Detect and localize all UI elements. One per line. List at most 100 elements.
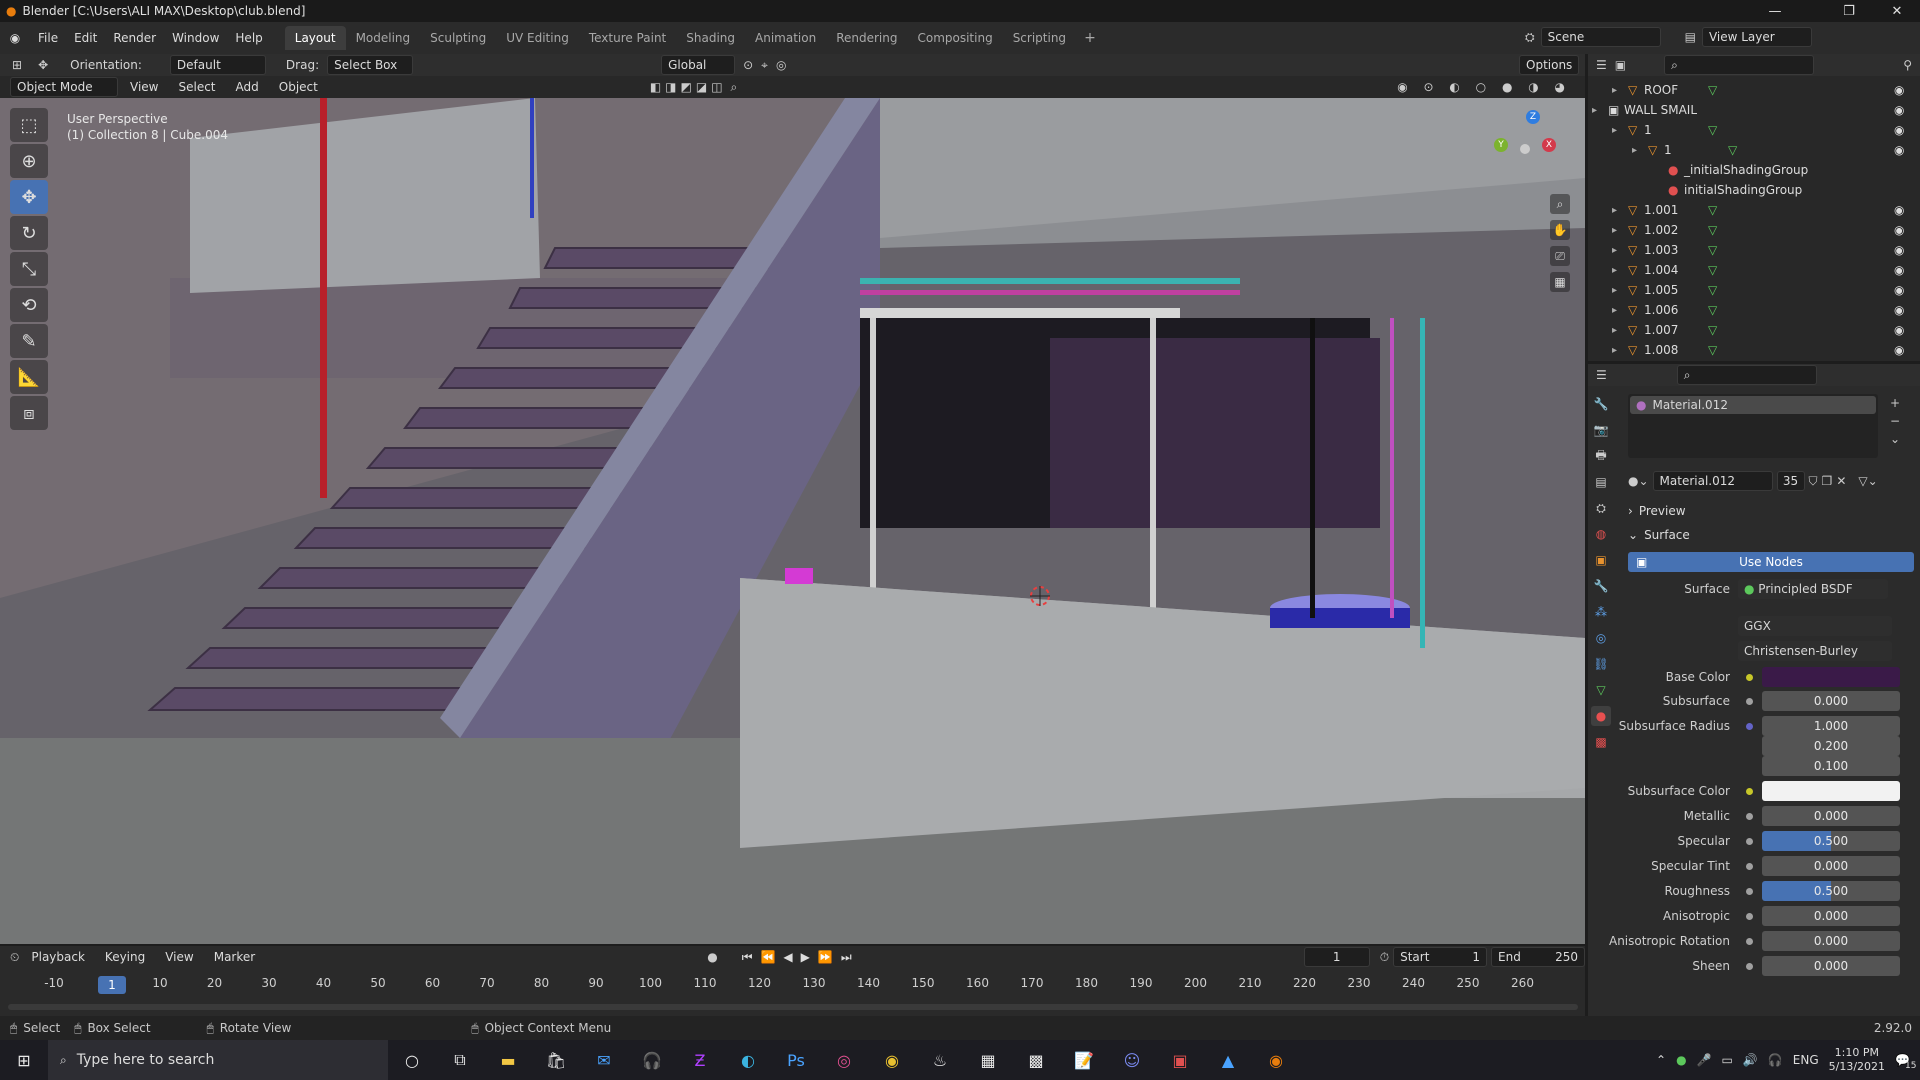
property-value-field[interactable]: 0.000 [1762,931,1900,951]
properties-editor-icon[interactable]: ☰ [1596,368,1607,382]
microphone-icon[interactable]: 🎤 [1697,1053,1712,1067]
distribution-dropdown[interactable]: GGX [1738,616,1892,636]
scene-tab-icon[interactable]: ⛭ [1591,498,1611,518]
network-icon[interactable]: ▭ [1722,1053,1733,1067]
socket-dot-icon[interactable] [1746,862,1753,870]
render-tab-icon[interactable]: 📷 [1591,420,1611,440]
edge-icon[interactable]: ◐ [724,1040,772,1080]
display-mode-icon[interactable]: ▣ [1615,58,1626,72]
game-app-3-icon[interactable]: ▣ [1156,1040,1204,1080]
tray-app-icon[interactable]: ● [1676,1053,1686,1067]
tab-compositing[interactable]: Compositing [907,26,1002,50]
mesh-data-icon[interactable]: ▽ [1728,143,1737,157]
property-value-field[interactable]: 0.000 [1762,691,1900,711]
expand-arrow-icon[interactable]: ▸ [1612,225,1617,236]
visibility-eye-icon[interactable]: ◉ [1894,323,1904,337]
tool-tab-icon[interactable]: 🔧 [1591,394,1611,414]
cortana-icon[interactable]: ○ [388,1040,436,1080]
timeline-playback[interactable]: Playback [23,946,93,968]
viewport-menu-add[interactable]: Add [228,76,267,98]
property-value-field[interactable]: 0.000 [1762,906,1900,926]
world-tab-icon[interactable]: ◍ [1591,524,1611,544]
socket-dot-icon[interactable] [1746,887,1753,895]
view-layer-field[interactable]: View Layer [1701,27,1812,47]
outliner-row[interactable]: ▸ ▣ WALL SMAIL ◉ [1588,100,1920,120]
base-color-swatch[interactable] [1762,667,1900,687]
filter-icon[interactable]: ⚲ [1903,58,1912,72]
socket-dot-icon[interactable] [1746,787,1753,795]
blender-menu-icon[interactable]: ◉ [0,31,30,45]
outliner-editor-icon[interactable]: ☰ [1596,58,1607,72]
game-app-icon[interactable]: ▦ [964,1040,1012,1080]
cursor-tool-icon[interactable]: ⊕ [10,144,48,178]
add-workspace-icon[interactable]: + [1076,30,1104,46]
transform-space-dropdown[interactable]: Global [661,55,736,75]
photoshop-icon[interactable]: Ps [772,1040,820,1080]
transform-tool-icon[interactable]: ⟲ [10,288,48,322]
mesh-data-icon[interactable]: ▽ [1708,203,1717,217]
visibility-eye-icon[interactable]: ◉ [1894,143,1904,157]
outliner-row[interactable]: ▸ ▽ 1.007 ▽ ◉ [1588,320,1920,340]
outliner-row[interactable]: ● _initialShadingGroup [1588,160,1920,180]
file-explorer-icon[interactable]: ▬ [484,1040,532,1080]
pan-hand-icon[interactable]: ✋ [1550,220,1570,240]
chrome-icon[interactable]: ◉ [868,1040,916,1080]
property-value-field[interactable]: 0.000 [1762,806,1900,826]
gizmo-x[interactable]: X [1542,138,1556,152]
expand-arrow-icon[interactable]: ▸ [1612,245,1617,256]
expand-arrow-icon[interactable]: ▸ [1612,345,1617,356]
menu-render[interactable]: Render [105,27,164,49]
outliner-row[interactable]: ▸ ▽ 1.002 ▽ ◉ [1588,220,1920,240]
remove-slot-icon[interactable]: − [1890,414,1900,428]
visibility-eye-icon[interactable]: ◉ [1894,263,1904,277]
timeline-view[interactable]: View [157,946,201,968]
viewport-menu-object[interactable]: Object [271,76,326,98]
scene-field[interactable]: Scene [1540,27,1661,47]
proportional-edit-icon[interactable]: ◎ [776,58,786,72]
gizmo-z[interactable]: Z [1526,110,1540,124]
windows-start-icon[interactable]: ⊞ [0,1040,48,1080]
current-frame-marker[interactable]: 1 [98,976,126,994]
blender-taskbar-icon[interactable]: ◉ [1252,1040,1300,1080]
tab-modeling[interactable]: Modeling [346,26,421,50]
expand-arrow-icon[interactable]: ▸ [1612,285,1617,296]
tab-rendering[interactable]: Rendering [826,26,907,50]
surface-panel-header[interactable]: ⌄ Surface [1628,528,1690,542]
visibility-eye-icon[interactable]: ◉ [1894,243,1904,257]
viewport-menu-select[interactable]: Select [170,76,223,98]
material-name-field[interactable]: Material.012 [1652,471,1773,491]
clock[interactable]: 1:10 PM 5/13/2021 [1829,1046,1885,1074]
property-value-field[interactable]: 0.100 [1762,756,1900,776]
notification-icon[interactable]: 💬 15 [1895,1053,1916,1071]
app-z-icon[interactable]: Ƶ [676,1040,724,1080]
object-tab-icon[interactable]: ▣ [1591,550,1611,570]
properties-search-input[interactable]: ⌕ [1676,365,1817,385]
property-value-field[interactable]: 1.000 [1762,716,1900,736]
outliner-row[interactable]: ● initialShadingGroup [1588,180,1920,200]
game-app-2-icon[interactable]: ▩ [1012,1040,1060,1080]
discord-icon[interactable]: ☺ [1108,1040,1156,1080]
property-value-field[interactable]: 0.000 [1762,856,1900,876]
outliner-row[interactable]: ▸ ▽ 1.008 ▽ ◉ [1588,340,1920,358]
outliner-row[interactable]: ▸ ▽ 1 ▽ ◉ [1588,120,1920,140]
timeline-keying[interactable]: Keying [97,946,153,968]
socket-dot-icon[interactable] [1746,697,1753,705]
object-mode-dropdown[interactable]: Object Mode [10,77,118,97]
task-view-icon[interactable]: ⧉ [436,1040,484,1080]
language-indicator[interactable]: ENG [1793,1053,1819,1067]
menu-edit[interactable]: Edit [66,27,105,49]
taskbar-search[interactable]: ⌕ Type here to search [48,1040,388,1080]
zoom-icon[interactable]: ⌕ [1550,194,1570,214]
expand-arrow-icon[interactable]: ▸ [1612,265,1617,276]
mesh-data-icon[interactable]: ▽ [1708,303,1717,317]
grid-view-icon[interactable]: ▦ [1550,272,1570,292]
base-color-socket-icon[interactable] [1746,673,1753,681]
measure-tool-icon[interactable]: 📐 [10,360,48,394]
property-value-field[interactable]: 0.000 [1762,956,1900,976]
tab-scripting[interactable]: Scripting [1003,26,1076,50]
expand-arrow-icon[interactable]: ▸ [1612,85,1617,96]
timeline-ruler[interactable]: -10 1 10 20 30 40 50 60 70 80 90 100 110 120 130 140 150… [0,974,1585,996]
socket-dot-icon[interactable] [1746,912,1753,920]
gizmo-y[interactable]: Y [1494,138,1508,152]
headset-app-icon[interactable]: 🎧 [628,1040,676,1080]
